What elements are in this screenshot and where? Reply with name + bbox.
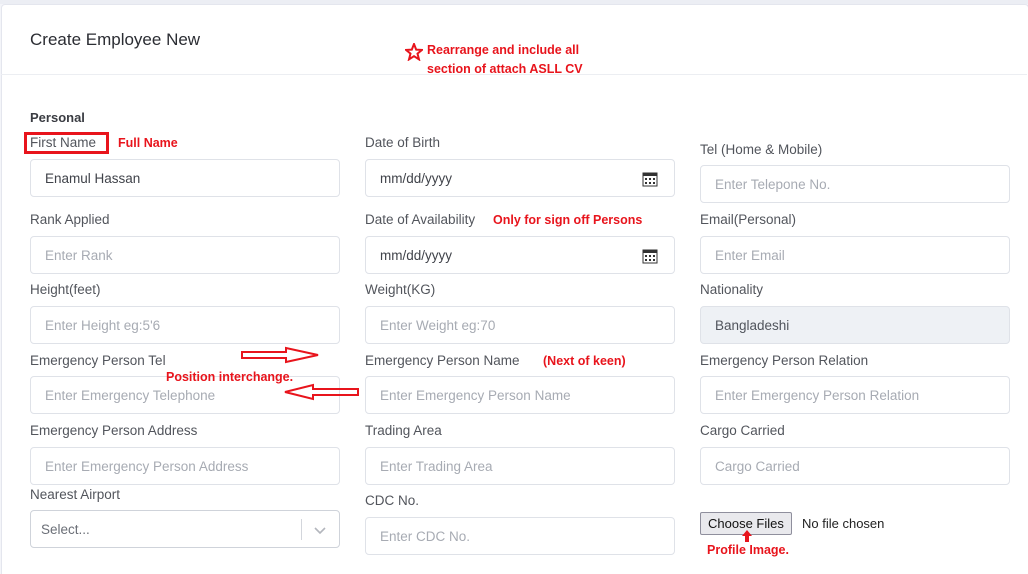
cdc-no-placeholder: Enter CDC No. [380, 528, 471, 544]
first-name-highlight-box [24, 132, 109, 154]
full-name-note: Full Name [118, 136, 178, 150]
next-of-keen-note: (Next of keen) [543, 354, 626, 368]
star-icon [405, 43, 423, 61]
tel-placeholder: Enter Telepone No. [715, 176, 831, 192]
profile-image-note: Profile Image. [707, 543, 789, 557]
cargo-carried-placeholder: Cargo Carried [715, 458, 800, 474]
date-of-birth-value: mm/dd/yyyy [380, 170, 453, 186]
nationality-value: Bangladeshi [715, 317, 790, 333]
weight-label: Weight(KG) [365, 282, 436, 297]
height-input[interactable]: Enter Height eg:5'6 [30, 306, 340, 344]
cdc-no-label: CDC No. [365, 493, 420, 508]
calendar-icon[interactable] [642, 171, 658, 187]
emergency-name-label: Emergency Person Name [365, 353, 520, 368]
date-of-availability-input[interactable]: mm/dd/yyyy [365, 236, 675, 274]
emergency-tel-placeholder: Enter Emergency Telephone [45, 387, 216, 403]
first-name-input[interactable]: Enamul Hassan [30, 159, 340, 197]
emergency-name-input[interactable]: Enter Emergency Person Name [365, 376, 675, 414]
position-interchange-note: Position interchange. [166, 370, 294, 384]
rank-applied-label: Rank Applied [30, 212, 110, 227]
create-employee-card [1, 4, 1028, 574]
rearrange-note-line2: section of attach ASLL CV [427, 62, 583, 76]
email-label: Email(Personal) [700, 212, 797, 227]
emergency-relation-placeholder: Enter Emergency Person Relation [715, 387, 920, 403]
calendar-icon[interactable] [642, 248, 658, 264]
date-of-birth-input[interactable]: mm/dd/yyyy [365, 159, 675, 197]
emergency-relation-label: Emergency Person Relation [700, 353, 869, 368]
email-placeholder: Enter Email [715, 247, 785, 263]
cdc-no-input[interactable]: Enter CDC No. [365, 517, 675, 555]
tel-label: Tel (Home & Mobile) [700, 142, 823, 157]
section-title-personal: Personal [30, 110, 85, 125]
emergency-relation-input[interactable]: Enter Emergency Person Relation [700, 376, 1010, 414]
cargo-carried-label: Cargo Carried [700, 423, 785, 438]
weight-input[interactable]: Enter Weight eg:70 [365, 306, 675, 344]
page-title: Create Employee New [30, 30, 201, 49]
trading-area-label: Trading Area [365, 423, 442, 438]
emergency-address-label: Emergency Person Address [30, 423, 198, 438]
rank-applied-placeholder: Enter Rank [45, 247, 113, 263]
height-placeholder: Enter Height eg:5'6 [45, 317, 161, 333]
cargo-carried-input[interactable]: Cargo Carried [700, 447, 1010, 485]
nearest-airport-select[interactable]: Select... [30, 510, 340, 548]
date-of-availability-value: mm/dd/yyyy [380, 247, 453, 263]
arrow-up-icon [742, 530, 752, 542]
emergency-address-input[interactable]: Enter Emergency Person Address [30, 447, 340, 485]
rearrange-note-line1: Rearrange and include all [427, 43, 580, 57]
emergency-address-placeholder: Enter Emergency Person Address [45, 458, 249, 474]
nearest-airport-label: Nearest Airport [30, 487, 121, 502]
nearest-airport-selected: Select... [41, 521, 90, 537]
emergency-tel-label: Emergency Person Tel [30, 353, 166, 368]
rank-applied-input[interactable]: Enter Rank [30, 236, 340, 274]
email-input[interactable]: Enter Email [700, 236, 1010, 274]
first-name-value: Enamul Hassan [45, 170, 141, 186]
trading-area-input[interactable]: Enter Trading Area [365, 447, 675, 485]
select-divider [301, 519, 302, 540]
date-of-birth-label: Date of Birth [365, 135, 441, 150]
nationality-input: Bangladeshi [700, 306, 1010, 344]
chevron-down-icon[interactable] [313, 523, 327, 537]
height-label: Height(feet) [30, 282, 101, 297]
trading-area-placeholder: Enter Trading Area [380, 458, 493, 474]
weight-placeholder: Enter Weight eg:70 [380, 317, 496, 333]
sign-off-note: Only for sign off Persons [493, 213, 643, 227]
tel-input[interactable]: Enter Telepone No. [700, 165, 1010, 203]
date-of-availability-label: Date of Availability [365, 212, 476, 227]
file-status-text: No file chosen [802, 516, 885, 531]
emergency-name-placeholder: Enter Emergency Person Name [380, 387, 571, 403]
arrow-left-icon [284, 383, 359, 401]
nationality-label: Nationality [700, 282, 764, 297]
arrow-right-icon [241, 346, 319, 364]
